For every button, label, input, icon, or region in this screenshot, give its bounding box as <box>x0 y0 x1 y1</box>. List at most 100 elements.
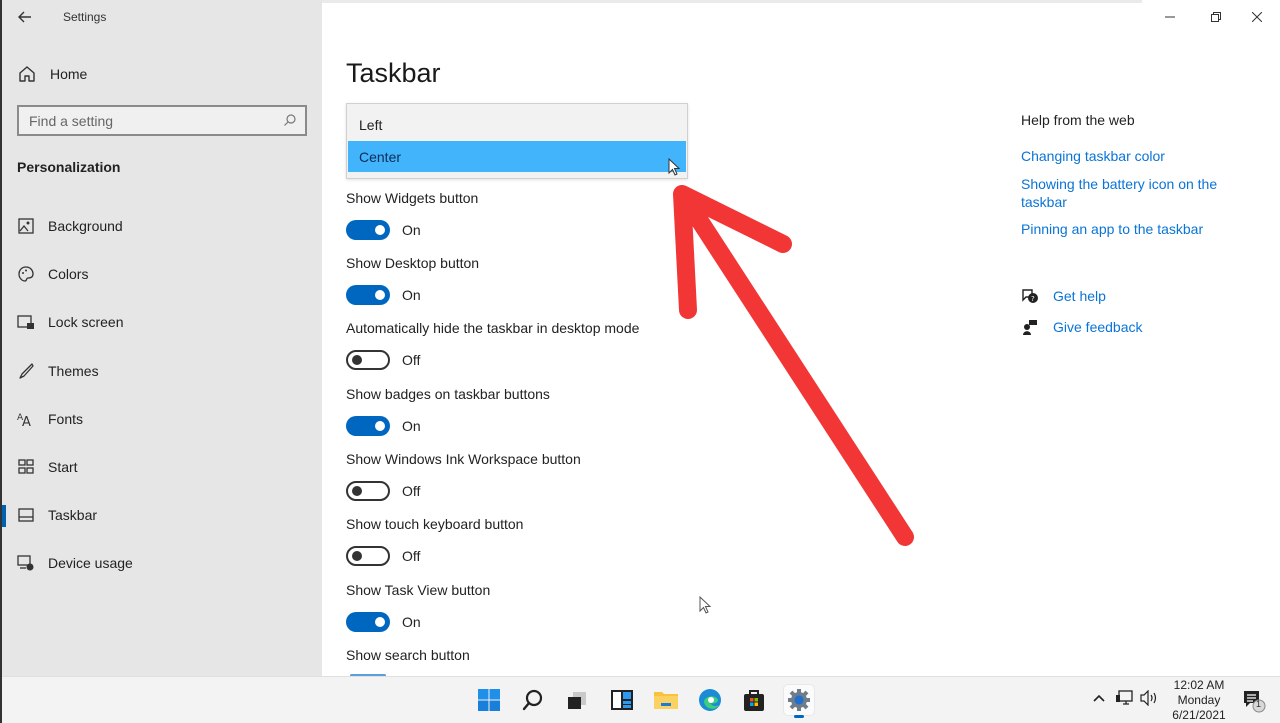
fonts-icon: AA <box>17 410 35 428</box>
taskbar: 12:02 AM Monday 6/21/2021 1 <box>2 676 1280 723</box>
sidebar: Settings Home Personalization Background… <box>2 0 322 676</box>
setting-touch-keyboard: Show touch keyboard button Off <box>346 516 523 566</box>
widgets-icon <box>611 690 633 710</box>
give-feedback-link[interactable]: Give feedback <box>1021 317 1143 337</box>
search-box[interactable] <box>17 105 307 136</box>
store-button[interactable] <box>739 685 769 715</box>
close-button[interactable] <box>1234 4 1280 30</box>
title-bar: Settings <box>2 0 322 34</box>
touch-keyboard-toggle[interactable] <box>346 546 390 566</box>
sidebar-item-label: Themes <box>48 363 99 379</box>
taskbar-search-button[interactable] <box>518 685 548 715</box>
notification-icon <box>1244 691 1266 713</box>
auto-hide-toggle[interactable] <box>346 350 390 370</box>
give-feedback-label: Give feedback <box>1053 319 1143 335</box>
setting-label: Show Desktop button <box>346 255 480 271</box>
edge-button[interactable] <box>695 685 725 715</box>
settings-taskbar-button[interactable] <box>784 685 814 718</box>
taskbar-alignment-dropdown[interactable]: Left Center <box>346 103 688 179</box>
help-link-pinning-app[interactable]: Pinning an app to the taskbar <box>1021 220 1241 238</box>
setting-label: Show Task View button <box>346 582 491 598</box>
toggle-state: On <box>402 222 421 238</box>
edge-icon <box>699 689 721 711</box>
sidebar-item-home[interactable]: Home <box>17 62 87 86</box>
task-view-toggle[interactable] <box>346 612 390 632</box>
app-title: Settings <box>63 10 107 24</box>
search-icon <box>522 689 543 711</box>
sidebar-item-taskbar[interactable]: Taskbar <box>2 500 322 530</box>
notification-center-button[interactable]: 1 <box>1242 689 1266 713</box>
setting-label: Show Widgets button <box>346 190 479 206</box>
sidebar-item-label: Background <box>48 218 123 234</box>
setting-show-widgets: Show Widgets button On <box>346 190 478 240</box>
taskbar-icon <box>17 506 35 524</box>
search-icon[interactable] <box>283 113 297 127</box>
chevron-up-icon <box>1093 694 1105 702</box>
sidebar-item-label: Lock screen <box>48 314 124 330</box>
clock[interactable]: 12:02 AM Monday 6/21/2021 <box>1167 678 1231 723</box>
mouse-cursor-icon <box>699 596 712 614</box>
sidebar-item-label: Taskbar <box>48 507 98 523</box>
palette-icon <box>17 265 35 283</box>
folder-icon <box>654 692 678 709</box>
back-arrow-icon <box>18 11 31 23</box>
sidebar-item-colors[interactable]: Colors <box>2 259 322 289</box>
sidebar-item-lock-screen[interactable]: Lock screen <box>2 307 322 337</box>
widgets-button[interactable] <box>607 685 637 715</box>
badges-toggle[interactable] <box>346 416 390 436</box>
page-title: Taskbar <box>346 58 441 88</box>
sidebar-item-background[interactable]: Background <box>2 211 322 241</box>
sidebar-item-device-usage[interactable]: Device usage <box>2 548 322 578</box>
volume-button[interactable] <box>1139 687 1161 709</box>
gear-icon <box>788 689 810 711</box>
toggle-state: On <box>402 287 421 303</box>
windows-logo-icon <box>478 689 500 711</box>
help-link-taskbar-color[interactable]: Changing taskbar color <box>1021 147 1241 165</box>
brush-icon <box>17 362 35 380</box>
show-hidden-icons-button[interactable] <box>1090 687 1108 709</box>
arrow-shaft <box>674 186 914 546</box>
picture-icon <box>17 217 35 235</box>
restore-button[interactable] <box>1193 4 1239 30</box>
dropdown-option-left[interactable]: Left <box>348 109 686 140</box>
svg-text:A: A <box>22 415 31 427</box>
sidebar-item-label: Device usage <box>48 555 133 571</box>
get-help-icon: ? <box>1021 287 1039 305</box>
minimize-button[interactable] <box>1147 4 1193 30</box>
help-link-battery-icon[interactable]: Showing the battery icon on the taskbar <box>1021 175 1241 211</box>
clock-date: 6/21/2021 <box>1172 708 1226 722</box>
notification-count: 1 <box>1256 699 1262 709</box>
start-button[interactable] <box>474 685 504 715</box>
close-icon <box>1252 12 1262 22</box>
sidebar-item-start[interactable]: Start <box>2 452 322 482</box>
setting-search-button: Show search button <box>346 647 470 665</box>
task-view-button[interactable] <box>562 685 592 715</box>
search-input[interactable] <box>29 112 279 129</box>
setting-label: Show badges on taskbar buttons <box>346 386 550 402</box>
sidebar-item-themes[interactable]: Themes <box>2 356 322 386</box>
sidebar-item-label: Fonts <box>48 411 84 427</box>
device-usage-icon <box>17 554 35 572</box>
annotation-arrow <box>673 185 914 546</box>
desktop-button-toggle[interactable] <box>346 285 390 305</box>
setting-auto-hide: Automatically hide the taskbar in deskto… <box>346 320 639 370</box>
feedback-icon <box>1021 318 1039 336</box>
network-button[interactable] <box>1113 687 1135 709</box>
ink-workspace-toggle[interactable] <box>346 481 390 501</box>
file-explorer-button[interactable] <box>651 685 681 715</box>
lock-screen-icon <box>17 313 35 331</box>
setting-show-desktop: Show Desktop button On <box>346 255 479 305</box>
widgets-toggle[interactable] <box>346 220 390 240</box>
dropdown-option-center[interactable]: Center <box>348 141 686 172</box>
toggle-state: Off <box>402 352 421 368</box>
section-title: Personalization <box>17 159 121 175</box>
minimize-icon <box>1165 16 1175 18</box>
clock-time: 12:02 AM <box>1173 678 1225 692</box>
network-icon <box>1116 690 1133 705</box>
setting-label: Show touch keyboard button <box>346 516 524 532</box>
clock-day: Monday <box>1177 693 1221 707</box>
store-icon <box>744 690 764 711</box>
get-help-link[interactable]: ? Get help <box>1021 286 1106 306</box>
sidebar-item-fonts[interactable]: AA Fonts <box>2 404 322 434</box>
back-button[interactable] <box>14 6 36 28</box>
